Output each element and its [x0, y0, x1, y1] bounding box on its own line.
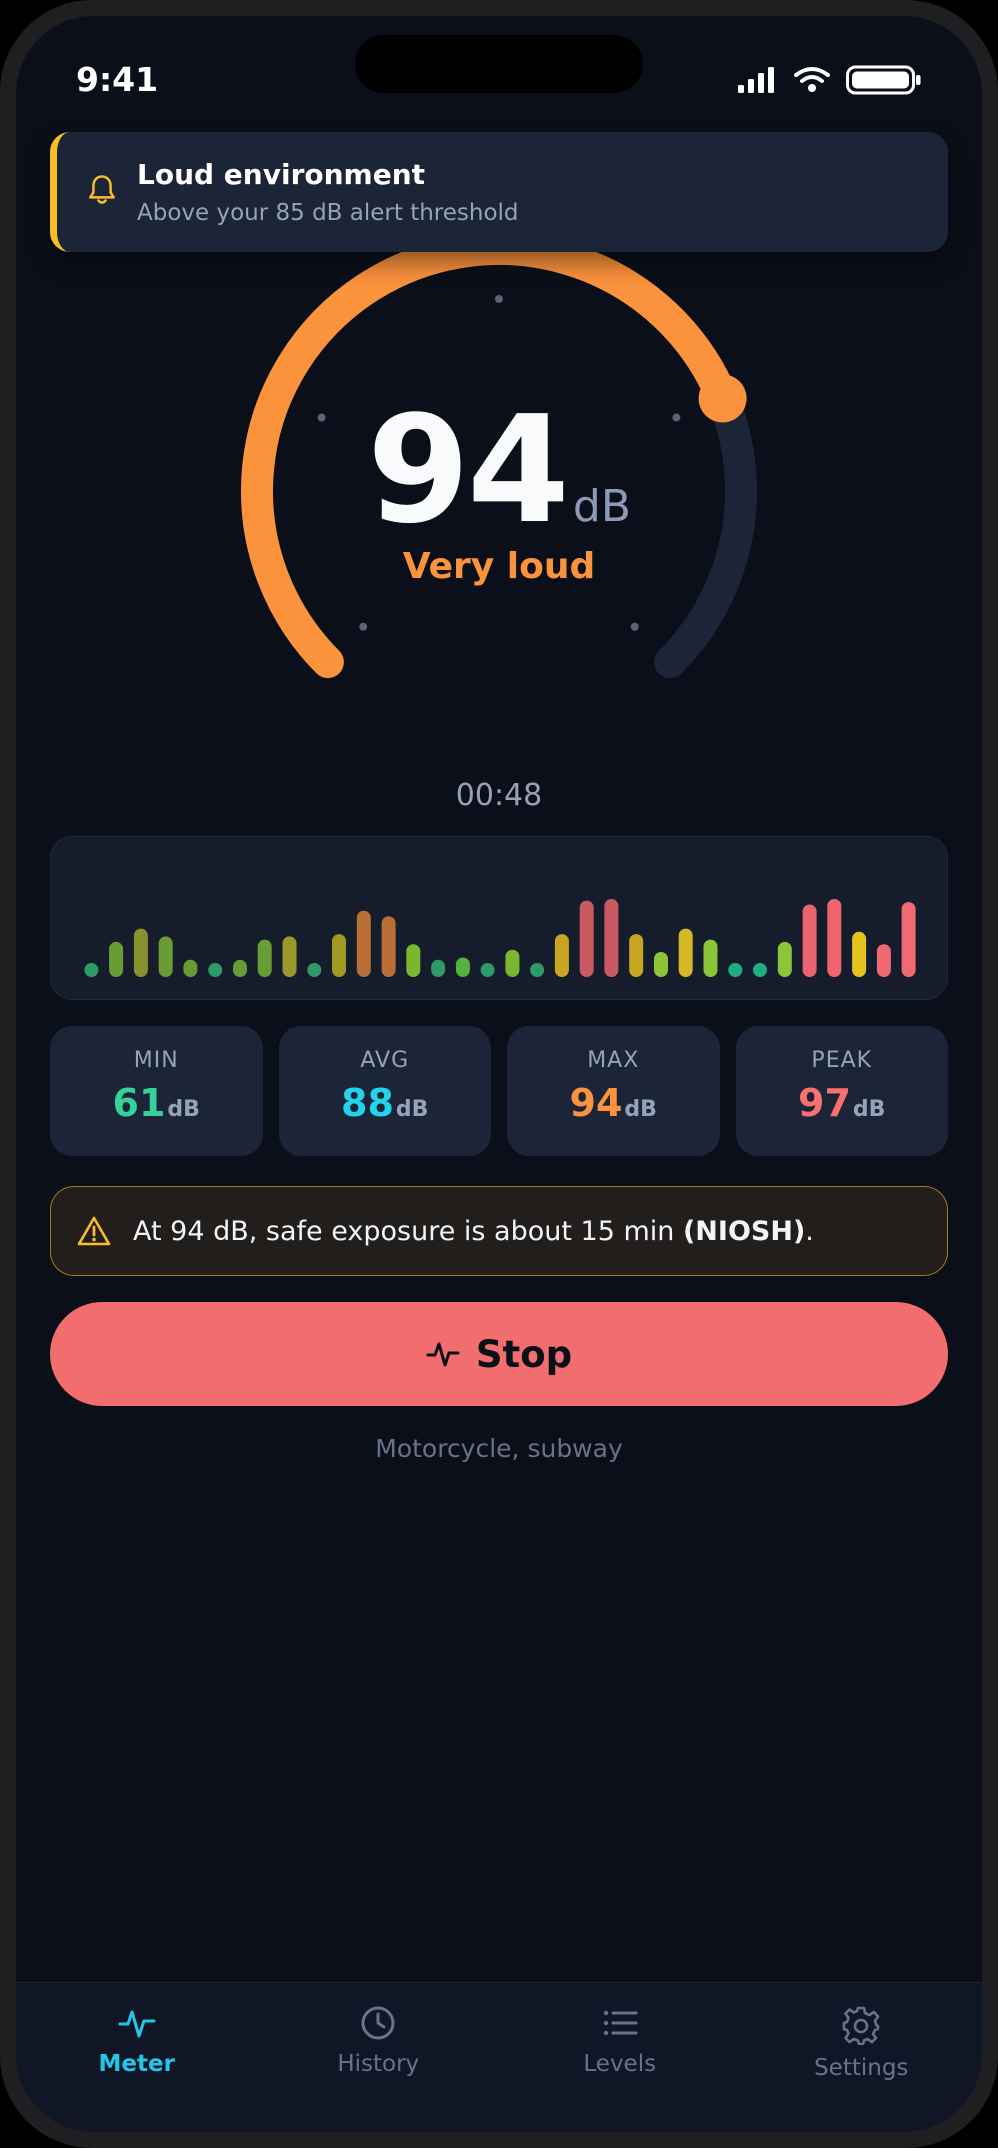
pulse-icon: [426, 1342, 460, 1367]
stat-label: PEAK: [811, 1048, 873, 1073]
stat-peak: PEAK 97dB: [735, 1026, 948, 1156]
warning-text: At 94 dB, safe exposure is about 15 min …: [133, 1216, 814, 1247]
stat-label: AVG: [360, 1048, 410, 1073]
tab-history[interactable]: History: [258, 1983, 500, 2132]
stat-max: MAX 94dB: [507, 1026, 720, 1156]
alert-subtitle: Above your 85 dB alert threshold: [137, 200, 519, 226]
history-bar: [654, 952, 668, 977]
gear-icon: [842, 2006, 880, 2045]
stop-button[interactable]: Stop: [50, 1302, 948, 1406]
stat-label: MIN: [133, 1048, 179, 1073]
reading-value: 94: [366, 384, 570, 556]
history-bar: [455, 957, 470, 977]
stat-value: 97: [798, 1081, 851, 1125]
gauge-tick: [359, 622, 368, 631]
level-gauge: [241, 232, 757, 679]
history-bar: [307, 963, 322, 977]
history-bar: [406, 944, 421, 977]
gauge-tick: [630, 622, 639, 631]
level-history-chart: [50, 836, 948, 1000]
history-bar: [109, 941, 124, 977]
phone-frame: 9:41 94 dB Very loud Loud environment Ab…: [0, 0, 998, 2148]
history-bar: [381, 916, 396, 977]
history-bar: [356, 910, 371, 977]
warning-text-end: .: [805, 1215, 814, 1247]
history-bar: [703, 939, 718, 977]
history-bar: [133, 928, 148, 977]
history-bar: [802, 904, 817, 977]
history-bar: [629, 934, 644, 977]
clock-icon: [361, 2006, 395, 2040]
tab-label: History: [337, 2051, 420, 2077]
tab-levels[interactable]: Levels: [499, 1983, 741, 2132]
stat-value: 88: [341, 1081, 394, 1125]
stat-unit: dB: [852, 1097, 886, 1122]
level-example: Motorcycle, subway: [375, 1434, 623, 1463]
history-bar: [282, 936, 297, 977]
history-bar: [852, 931, 867, 977]
history-bar: [579, 900, 594, 977]
history-bar: [827, 899, 842, 977]
history-bar: [233, 959, 247, 977]
warning-icon: [77, 1216, 111, 1246]
bell-icon: [89, 175, 115, 204]
history-bar: [480, 963, 495, 977]
history-bar: [183, 959, 198, 977]
tab-label: Settings: [814, 2055, 909, 2081]
gauge-tick: [495, 295, 503, 303]
list-icon: [603, 2010, 638, 2036]
history-bar: [332, 934, 346, 977]
alert-title: Loud environment: [137, 158, 426, 191]
exposure-warning: At 94 dB, safe exposure is about 15 min …: [50, 1186, 948, 1276]
session-timer: 00:48: [455, 778, 543, 813]
history-bar: [530, 963, 545, 977]
tab-bar: Meter History Levels Settings: [16, 1982, 982, 2132]
stat-unit: dB: [167, 1097, 200, 1122]
stat-unit: dB: [395, 1097, 429, 1122]
alert-banner[interactable]: Loud environment Above your 85 dB alert …: [50, 132, 948, 252]
pulse-icon: [118, 2010, 156, 2038]
history-bar: [84, 963, 99, 977]
history-bar: [753, 963, 767, 977]
reading-unit: dB: [572, 481, 632, 532]
history-bar: [876, 944, 891, 977]
history-bar: [505, 949, 520, 977]
stat-avg: AVG 88dB: [278, 1026, 491, 1156]
history-bar: [777, 941, 792, 977]
tab-label: Levels: [583, 2051, 657, 2077]
reading: 94 dB: [16, 396, 982, 544]
stat-label: MAX: [587, 1048, 640, 1073]
stat-value: 94: [569, 1081, 623, 1125]
tab-meter[interactable]: Meter: [16, 1983, 258, 2132]
tab-settings[interactable]: Settings: [741, 1983, 983, 2132]
screen: 9:41 94 dB Very loud Loud environment Ab…: [16, 16, 982, 2132]
history-bar: [554, 934, 569, 977]
level-history-bars: [84, 899, 916, 977]
warning-source: (NIOSH): [682, 1215, 806, 1247]
stat-min: MIN 61dB: [50, 1026, 263, 1156]
stop-button-label: Stop: [475, 1332, 573, 1376]
warning-text-main: At 94 dB, safe exposure is about 15 min: [133, 1215, 683, 1247]
history-bar: [208, 963, 223, 977]
history-bar: [728, 963, 743, 977]
reading-label: Very loud: [402, 546, 596, 587]
stats-row: MIN 61dB AVG 88dB MAX 94dB PEAK 97dB: [50, 1026, 948, 1156]
stat-value: 61: [112, 1081, 166, 1125]
history-bar: [158, 936, 173, 977]
history-bar: [901, 902, 916, 977]
history-bar: [678, 928, 693, 977]
tab-label: Meter: [98, 2051, 175, 2077]
stat-unit: dB: [624, 1097, 657, 1122]
history-bar: [604, 899, 619, 977]
history-bar: [257, 939, 272, 977]
history-bar: [431, 959, 446, 977]
